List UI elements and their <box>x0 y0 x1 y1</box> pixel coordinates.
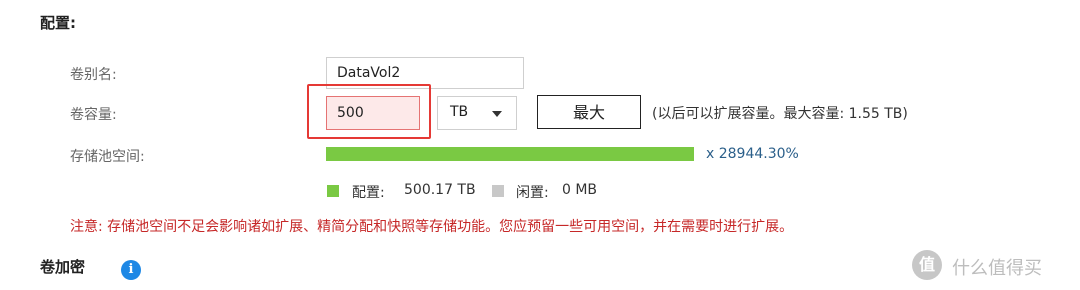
legend-free-swatch <box>492 185 504 197</box>
capacity-unit-select[interactable]: TB <box>437 96 517 130</box>
chevron-down-icon <box>492 111 502 117</box>
pool-space-percent: x 28944.30% <box>706 146 799 162</box>
capacity-highlight-box <box>307 84 431 139</box>
storage-warning: 注意: 存储池空间不足会影响诸如扩展、精简分配和快照等存储功能。您应预留一些可用… <box>70 219 794 235</box>
volume-capacity-label: 卷容量: <box>70 107 117 123</box>
pool-space-progress-fill <box>326 147 694 161</box>
legend-configured-value: 500.17 TB <box>404 182 476 198</box>
volume-encryption-title: 卷加密 <box>40 258 86 276</box>
legend-free-value: 0 MB <box>562 182 598 198</box>
watermark-text: 什么值得买 <box>952 258 1042 279</box>
info-icon[interactable]: i <box>121 260 141 280</box>
watermark-logo: 值 <box>912 250 942 280</box>
legend-configured-swatch <box>327 185 339 197</box>
capacity-hint: (以后可以扩展容量。最大容量: 1.55 TB) <box>652 106 908 122</box>
max-capacity-button[interactable]: 最大 <box>537 95 641 129</box>
capacity-unit-value: TB <box>450 104 469 120</box>
pool-space-label: 存储池空间: <box>70 149 145 165</box>
legend-free-label: 闲置: <box>516 185 549 201</box>
pool-space-progress-bar <box>326 147 694 161</box>
volume-alias-label: 卷别名: <box>70 67 117 83</box>
legend-configured-label: 配置: <box>352 185 385 201</box>
section-title: 配置: <box>40 14 76 32</box>
